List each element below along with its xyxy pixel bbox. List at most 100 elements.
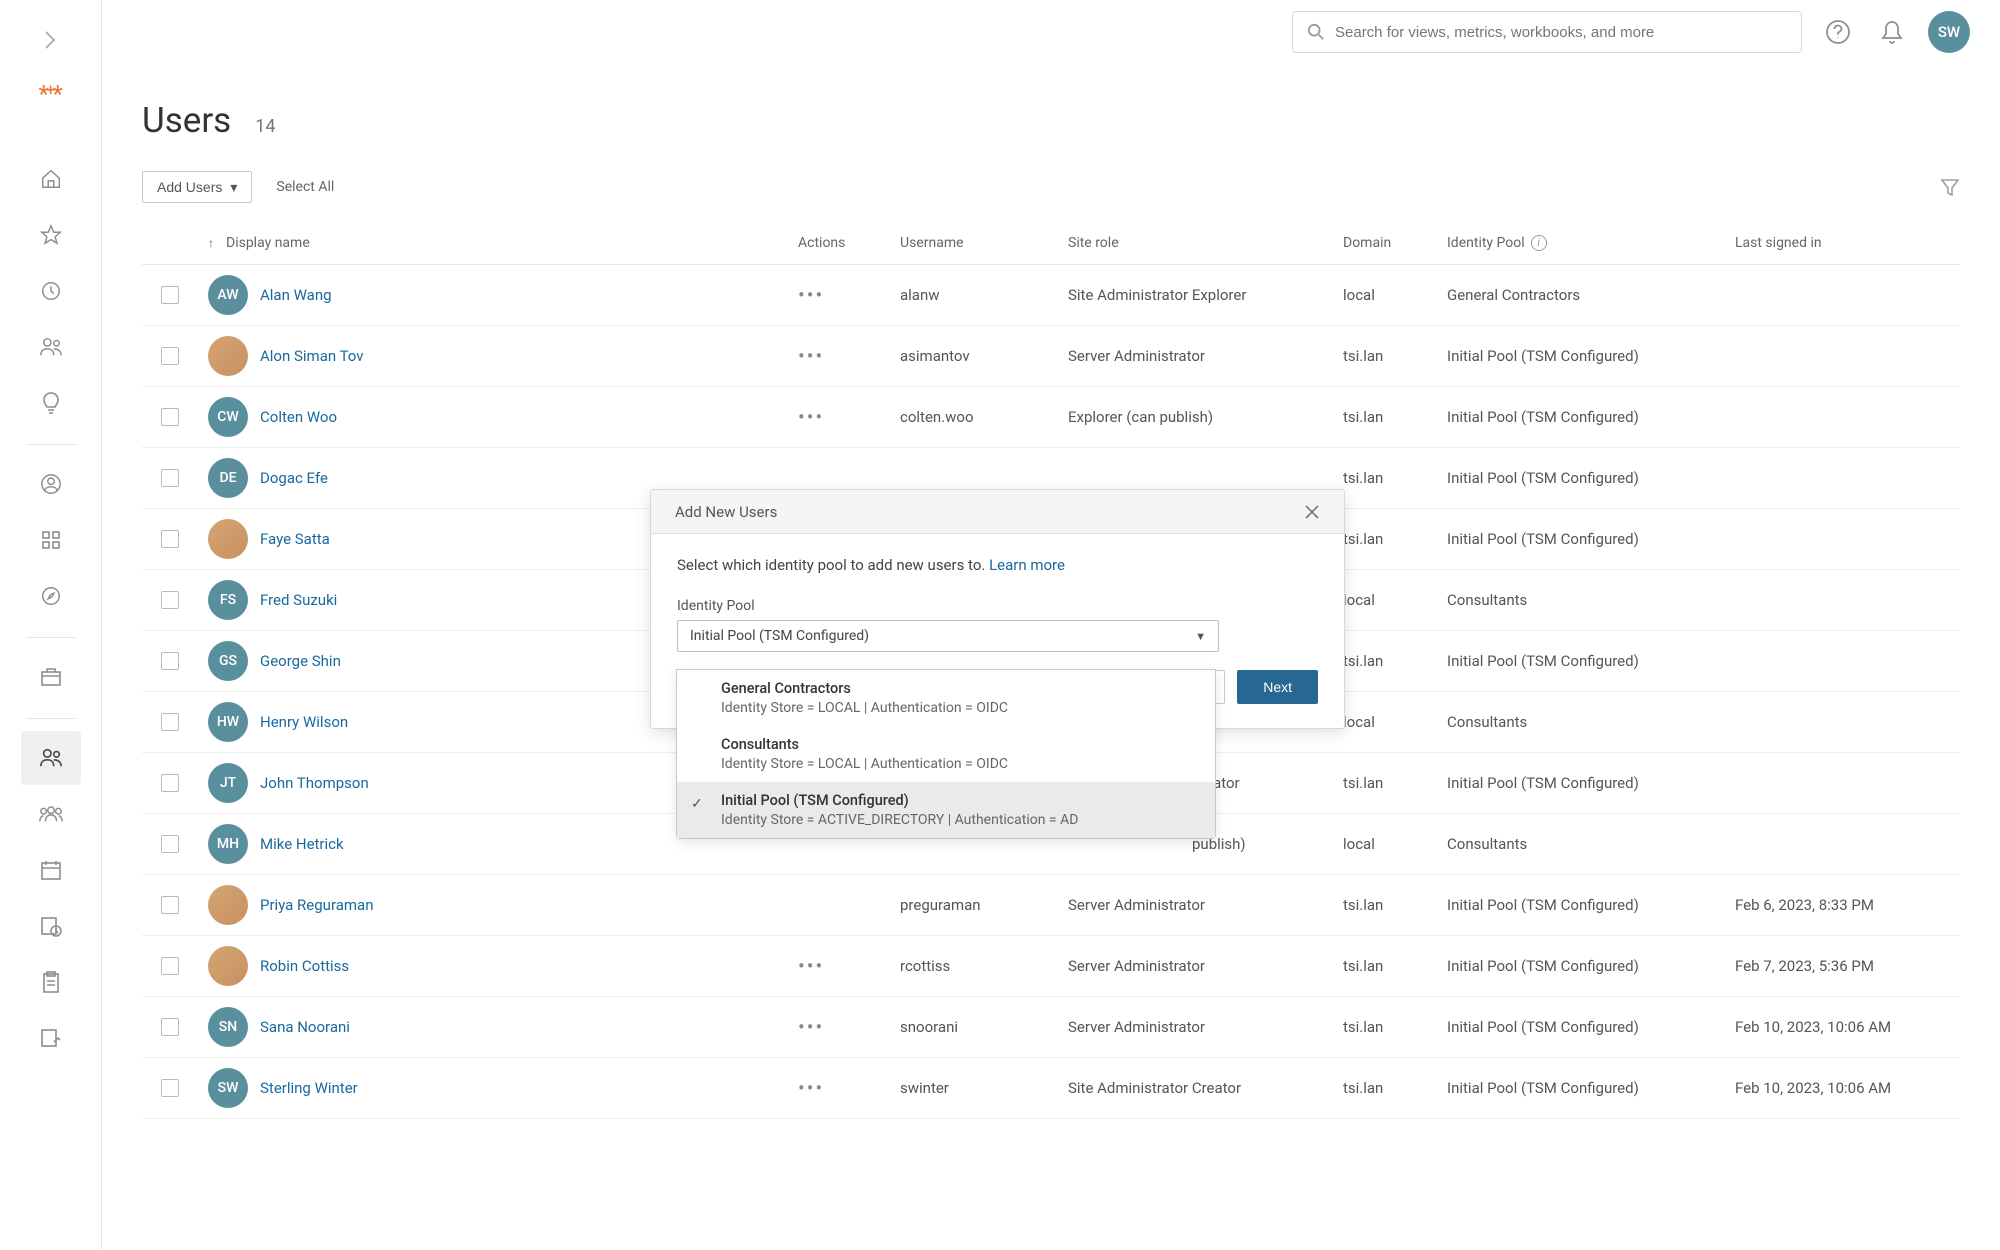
user-name-link[interactable]: Robin Cottiss xyxy=(260,957,349,975)
user-name-link[interactable]: Alon Siman Tov xyxy=(260,347,364,365)
row-checkbox[interactable] xyxy=(161,1079,179,1097)
dropdown-option[interactable]: ✓ Initial Pool (TSM Configured) Identity… xyxy=(677,782,1215,838)
add-users-label: Add Users xyxy=(157,179,222,195)
row-actions-button[interactable]: ••• xyxy=(798,283,824,307)
row-checkbox[interactable] xyxy=(161,530,179,548)
modal-close-button[interactable] xyxy=(1304,504,1320,520)
row-checkbox[interactable] xyxy=(161,469,179,487)
row-checkbox[interactable] xyxy=(161,1018,179,1036)
table-row: CW Colten Woo ••• colten.woo Explorer (c… xyxy=(142,387,1960,448)
user-name-link[interactable]: Sana Noorani xyxy=(260,1018,350,1036)
row-actions-button[interactable]: ••• xyxy=(798,405,824,429)
user-name-link[interactable]: George Shin xyxy=(260,652,341,670)
nav-recommendations[interactable] xyxy=(21,376,81,430)
row-checkbox[interactable] xyxy=(161,713,179,731)
nav-tasks[interactable] xyxy=(21,955,81,1009)
row-actions-button[interactable]: ••• xyxy=(798,1076,824,1100)
row-checkbox[interactable] xyxy=(161,347,179,365)
nav-personal[interactable] xyxy=(21,457,81,511)
row-checkbox[interactable] xyxy=(161,896,179,914)
nav-users[interactable] xyxy=(21,731,81,785)
row-actions-button[interactable]: ••• xyxy=(798,1015,824,1039)
user-name-link[interactable]: Alan Wang xyxy=(260,286,332,304)
row-checkbox[interactable] xyxy=(161,408,179,426)
cell-username: rcottiss xyxy=(900,957,1068,975)
user-name-link[interactable]: John Thompson xyxy=(260,774,369,792)
row-checkbox[interactable] xyxy=(161,774,179,792)
cell-username: asimantov xyxy=(900,347,1068,365)
nav-schedules[interactable] xyxy=(21,843,81,897)
user-name-link[interactable]: Mike Hetrick xyxy=(260,835,344,853)
user-avatar: SN xyxy=(208,1007,248,1047)
user-avatar: HW xyxy=(208,702,248,742)
select-all-button[interactable]: Select All xyxy=(276,179,334,195)
notifications-button[interactable] xyxy=(1874,14,1910,50)
dropdown-option[interactable]: Consultants Identity Store = LOCAL | Aut… xyxy=(677,726,1215,782)
cell-domain: tsi.lan xyxy=(1343,530,1447,548)
star-icon xyxy=(40,224,62,246)
dropdown-option[interactable]: General Contractors Identity Store = LOC… xyxy=(677,670,1215,726)
col-actions: Actions xyxy=(798,235,900,251)
nav-collections[interactable] xyxy=(21,513,81,567)
col-domain[interactable]: Domain xyxy=(1343,235,1447,251)
nav-status[interactable] xyxy=(21,1011,81,1065)
learn-more-link[interactable]: Learn more xyxy=(989,556,1065,574)
cell-domain: local xyxy=(1343,591,1447,609)
nav-favorites[interactable] xyxy=(21,208,81,262)
user-name-link[interactable]: Dogac Efe xyxy=(260,469,328,487)
col-site-role[interactable]: Site role xyxy=(1068,235,1343,251)
cell-domain: tsi.lan xyxy=(1343,774,1447,792)
col-username[interactable]: Username xyxy=(900,235,1068,251)
cell-identity-pool: Initial Pool (TSM Configured) xyxy=(1447,652,1735,670)
user-name-link[interactable]: Henry Wilson xyxy=(260,713,348,731)
help-button[interactable] xyxy=(1820,14,1856,50)
expand-nav-button[interactable] xyxy=(21,20,81,60)
user-name-link[interactable]: Sterling Winter xyxy=(260,1079,358,1097)
nav-home[interactable] xyxy=(21,152,81,206)
table-row: Robin Cottiss ••• rcottiss Server Admini… xyxy=(142,936,1960,997)
user-name-link[interactable]: Fred Suzuki xyxy=(260,591,337,609)
user-name-link[interactable]: Priya Reguraman xyxy=(260,896,374,914)
users-icon xyxy=(39,747,63,769)
nav-divider xyxy=(26,637,76,638)
col-display-name[interactable]: ↑Display name xyxy=(198,235,798,251)
table-header: ↑Display name Actions Username Site role… xyxy=(142,221,1960,265)
col-last-signed-in[interactable]: Last signed in xyxy=(1735,235,1960,251)
nav-divider xyxy=(26,718,76,719)
grid-icon xyxy=(41,530,61,550)
top-bar: SW xyxy=(102,0,2000,64)
user-icon xyxy=(40,473,62,495)
filter-button[interactable] xyxy=(1940,177,1960,197)
user-avatar xyxy=(208,885,248,925)
cell-domain: tsi.lan xyxy=(1343,347,1447,365)
row-actions-button[interactable]: ••• xyxy=(798,344,824,368)
row-checkbox[interactable] xyxy=(161,957,179,975)
row-checkbox[interactable] xyxy=(161,286,179,304)
cell-identity-pool: Initial Pool (TSM Configured) xyxy=(1447,1079,1735,1097)
row-checkbox[interactable] xyxy=(161,591,179,609)
row-actions-button[interactable]: ••• xyxy=(798,954,824,978)
user-name-link[interactable]: Faye Satta xyxy=(260,530,330,548)
user-avatar[interactable]: SW xyxy=(1928,11,1970,53)
option-subtitle: Identity Store = ACTIVE_DIRECTORY | Auth… xyxy=(721,812,1197,828)
cell-identity-pool: Initial Pool (TSM Configured) xyxy=(1447,1018,1735,1036)
next-button[interactable]: Next xyxy=(1237,670,1318,704)
search-input[interactable] xyxy=(1335,24,1787,41)
nav-groups[interactable] xyxy=(21,787,81,841)
add-users-button[interactable]: Add Users▾ xyxy=(142,171,252,203)
user-name-link[interactable]: Colten Woo xyxy=(260,408,337,426)
nav-shared[interactable] xyxy=(21,320,81,374)
col-identity-pool[interactable]: Identity Pooli xyxy=(1447,235,1735,251)
row-checkbox[interactable] xyxy=(161,652,179,670)
cell-last-signin: Feb 7, 2023, 5:36 PM xyxy=(1735,957,1960,975)
cell-last-signin: Feb 6, 2023, 8:33 PM xyxy=(1735,896,1960,914)
nav-recents[interactable] xyxy=(21,264,81,318)
global-search[interactable] xyxy=(1292,11,1802,53)
nav-jobs[interactable] xyxy=(21,899,81,953)
nav-external[interactable] xyxy=(21,650,81,704)
nav-explore[interactable] xyxy=(21,569,81,623)
cell-identity-pool: Consultants xyxy=(1447,835,1735,853)
row-checkbox[interactable] xyxy=(161,835,179,853)
identity-pool-select[interactable]: Initial Pool (TSM Configured) ▼ xyxy=(677,620,1219,652)
info-icon[interactable]: i xyxy=(1531,235,1547,251)
